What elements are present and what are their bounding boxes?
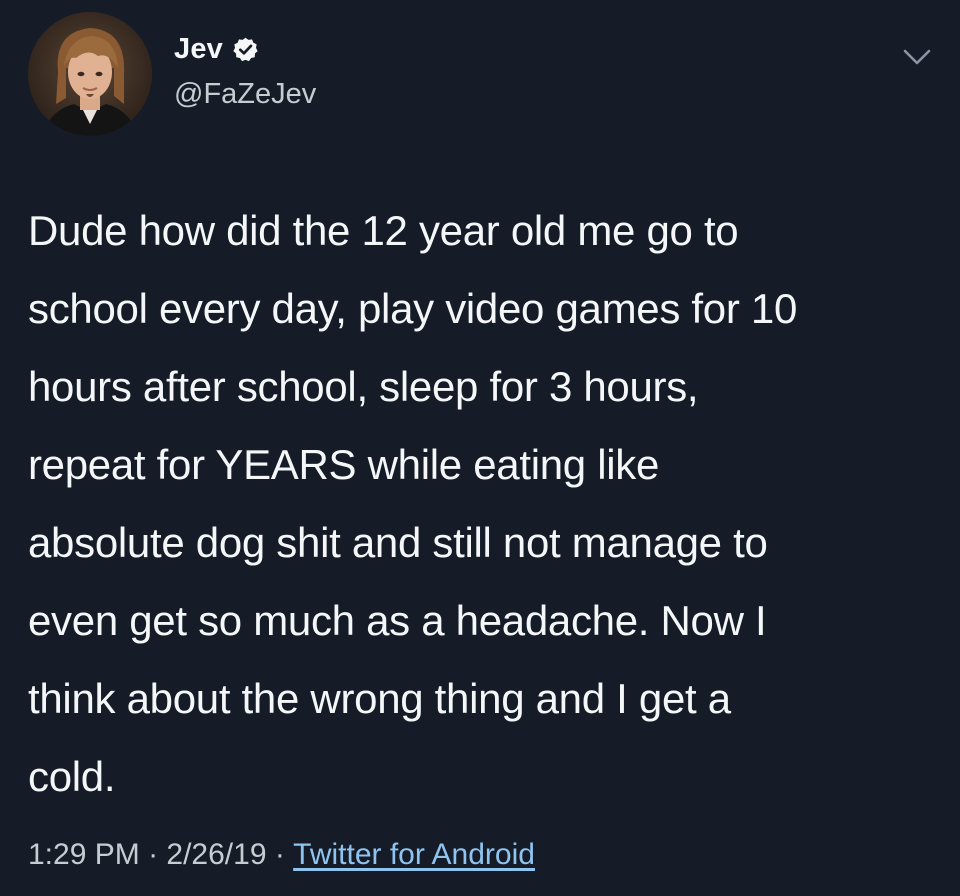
tweet-time[interactable]: 1:29 PM [28,838,140,872]
tweet-card: Jev @FaZeJev Dude how did the 12 year ol… [0,0,960,896]
tweet-text: Dude how did the 12 year old me go to sc… [28,207,798,800]
display-name[interactable]: Jev [174,33,223,66]
chevron-down-icon[interactable] [902,46,932,68]
avatar[interactable] [28,12,152,136]
tweet-metadata: 1:29 PM · 2/26/19 · Twitter for Android [28,838,535,872]
source-link[interactable]: Twitter for Android [293,838,535,872]
avatar-image [28,12,152,136]
meta-separator: · [139,838,167,871]
verified-badge-icon [232,36,259,63]
author-name-row[interactable]: Jev [174,33,259,66]
tweet-date[interactable]: 2/26/19 [166,838,266,872]
meta-separator: · [266,838,294,871]
user-handle[interactable]: @FaZeJev [174,78,316,111]
